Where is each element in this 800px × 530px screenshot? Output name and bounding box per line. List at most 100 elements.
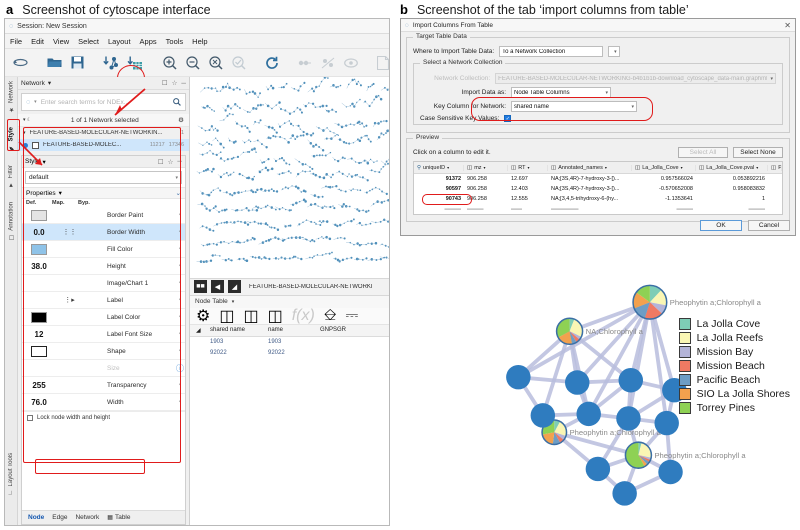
pin-icon[interactable]: ☆: [172, 79, 178, 87]
lock-checkbox[interactable]: [27, 415, 33, 421]
show-all-icon[interactable]: [321, 54, 335, 71]
menu-item-tools[interactable]: Tools: [166, 37, 184, 46]
style-row-height[interactable]: 38.0 Height ‹: [22, 258, 185, 275]
lock-node-size-row[interactable]: Lock node width and height: [22, 411, 185, 424]
preview-col-rt[interactable]: ◫ RT ▾: [508, 164, 548, 171]
export-column-icon[interactable]: ◫: [268, 306, 283, 326]
ok-button[interactable]: OK: [700, 220, 742, 231]
chevron-icon[interactable]: ‹: [175, 212, 185, 218]
style-row-label-prop[interactable]: ⋮▸ Label ‹: [22, 292, 185, 309]
style-row-label-color[interactable]: Label Color ‹: [22, 309, 185, 326]
select-all-button[interactable]: Select All: [678, 147, 728, 158]
search-input[interactable]: Enter search terms for NDEx...: [41, 99, 169, 106]
zoom-selected-icon[interactable]: [231, 54, 246, 71]
table-row[interactable]: 1903 1903: [190, 337, 389, 348]
grid-view-icon[interactable]: ■■: [194, 280, 207, 293]
chevron-down-icon-col4[interactable]: ▾: [681, 165, 683, 170]
label-color-swatch-icon[interactable]: [22, 311, 56, 323]
eye-icon[interactable]: [343, 54, 358, 71]
chevron-icon-8[interactable]: ‹: [175, 331, 185, 337]
preview-row-1[interactable]: 91372 906.258 12.697 NA;[3S,4R)-7-hydrox…: [414, 174, 782, 184]
menu-item-select[interactable]: Select: [78, 37, 99, 46]
case-sensitive-checkbox[interactable]: ✓: [504, 115, 512, 122]
zoom-fit-icon[interactable]: [208, 54, 223, 71]
chevron-down-icon-col0[interactable]: ▾: [447, 165, 449, 170]
style-row-fill-color[interactable]: Fill Color ‹: [22, 241, 185, 258]
chevron-down-icon-col2[interactable]: ▾: [527, 165, 529, 170]
where-import-dropdown-arrow[interactable]: ▾: [608, 46, 621, 57]
save-icon[interactable]: [71, 54, 84, 71]
collapse-all-icon[interactable]: ⌄: [176, 189, 181, 197]
chevron-icon-9[interactable]: ‹: [175, 348, 185, 354]
chevron-down-icon[interactable]: ▾: [48, 79, 51, 87]
function-icon[interactable]: f(x): [292, 307, 315, 325]
mapping-icon[interactable]: ⋮⋮: [56, 228, 83, 236]
tab-network[interactable]: Network: [75, 514, 99, 521]
preview-col-la-jolla-cove[interactable]: ◫ La_Jolla_Cove ▾: [632, 164, 696, 171]
border-width-value[interactable]: 0.0: [22, 228, 56, 237]
zoom-out-icon[interactable]: [185, 54, 200, 71]
tab-node[interactable]: Node: [28, 514, 44, 521]
sidebar-item-annotation[interactable]: ☐ Annotation: [8, 202, 15, 241]
network-canvas[interactable]: [190, 77, 389, 279]
gear-icon[interactable]: ⚙: [178, 116, 184, 124]
style-select[interactable]: default ▾: [25, 171, 182, 184]
edit-view-icon[interactable]: ◢: [228, 280, 241, 293]
preview-col-la-jolla-cove-pval[interactable]: ◫ La_Jolla_Cove.pval ▾: [696, 164, 768, 171]
cancel-button[interactable]: Cancel: [748, 220, 790, 231]
menu-item-edit[interactable]: Edit: [31, 37, 44, 46]
chevron-icon-11[interactable]: ‹: [175, 399, 185, 405]
chevron-down-icon-col3[interactable]: ▾: [605, 165, 607, 170]
gear-icon-table[interactable]: ⚙: [196, 306, 210, 326]
tree-expand-icon[interactable]: ▾ ☾: [23, 117, 31, 123]
chevron-down-icon-col5[interactable]: ▾: [756, 165, 758, 170]
width-value[interactable]: 76.0: [22, 398, 56, 407]
network-collection-select[interactable]: FEATURE-BASED-MOLECULAR-NETWORKING-b4b1b…: [495, 73, 776, 84]
chevron-icon-7[interactable]: ‹: [175, 314, 185, 320]
network-collection-row[interactable]: ▾ FEATURE-BASED-MOLECULAR-NETWORKIN... 1: [18, 127, 189, 139]
search-icon[interactable]: [173, 93, 181, 111]
refresh-icon[interactable]: [265, 54, 279, 71]
chevron-icon-2[interactable]: ‹: [175, 229, 185, 235]
tab-table-group[interactable]: ▦ Table: [107, 514, 130, 521]
columns-icon[interactable]: ◫: [219, 306, 234, 326]
fill-color-swatch-icon[interactable]: [22, 243, 56, 255]
open-folder-icon[interactable]: [47, 54, 62, 71]
preview-row-3[interactable]: 90743 906.258 12.555 NA;[3,4,5-trihydrox…: [414, 194, 782, 204]
chevron-down-icon-table[interactable]: ▾: [232, 299, 235, 305]
style-row-border-width[interactable]: 0.0 ⋮⋮ Border Width ‹: [22, 224, 185, 241]
float-icon[interactable]: ☐: [162, 79, 168, 87]
transparency-value[interactable]: 255: [22, 381, 56, 390]
hide-selected-icon[interactable]: [298, 54, 312, 71]
style-row-label-font-size[interactable]: 12 Label Font Size ‹: [22, 326, 185, 343]
chevron-down-icon-style-select[interactable]: ▾: [175, 175, 178, 181]
shape-swatch-icon[interactable]: [22, 345, 56, 357]
key-column-select[interactable]: shared name ▾: [511, 101, 637, 112]
import-network-icon[interactable]: [103, 54, 119, 71]
chevron-icon-5[interactable]: ‹: [175, 280, 185, 286]
style-row-transparency[interactable]: 255 Transparency ‹: [22, 377, 185, 394]
tab-edge[interactable]: Edge: [52, 514, 67, 521]
table-col-gnpsgr[interactable]: GNPSGR: [314, 327, 389, 333]
table-col-name[interactable]: name: [262, 327, 314, 333]
preview-row-2[interactable]: 90597 906.258 12.403 NA;[3S,4R)-7-hydrox…: [414, 184, 782, 194]
preview-col-annotated-names[interactable]: ◫ Annotated_names ▾: [548, 164, 632, 171]
chevron-down-icon-col1[interactable]: ▾: [484, 165, 486, 170]
tab-table[interactable]: Table: [115, 514, 131, 521]
style-row-shape[interactable]: Shape ‹: [22, 343, 185, 360]
where-import-select[interactable]: To a Network Collection: [499, 46, 604, 57]
preview-col-mz[interactable]: ◫ mz ▾: [464, 164, 508, 171]
sidebar-item-filter[interactable]: ▼ Filter: [8, 165, 14, 187]
export-table-icon[interactable]: ⎓: [345, 307, 358, 325]
sidebar-item-style[interactable]: ✎ Style: [8, 127, 15, 151]
network-view-icon[interactable]: ◀: [211, 280, 224, 293]
import-as-select[interactable]: Node Table Columns ▾: [511, 87, 611, 98]
style-row-image-chart[interactable]: Image/Chart 1 ‹: [22, 275, 185, 292]
chevron-icon-10[interactable]: ‹: [175, 382, 185, 388]
style-row-width[interactable]: 76.0 Width ‹: [22, 394, 185, 411]
close-icon[interactable]: ✕: [784, 21, 791, 30]
select-none-button[interactable]: Select None: [733, 147, 783, 158]
chevron-down-icon-search[interactable]: ▾: [34, 99, 37, 105]
height-value[interactable]: 38.0: [22, 262, 56, 271]
info-icon[interactable]: ⓘ: [175, 363, 185, 374]
